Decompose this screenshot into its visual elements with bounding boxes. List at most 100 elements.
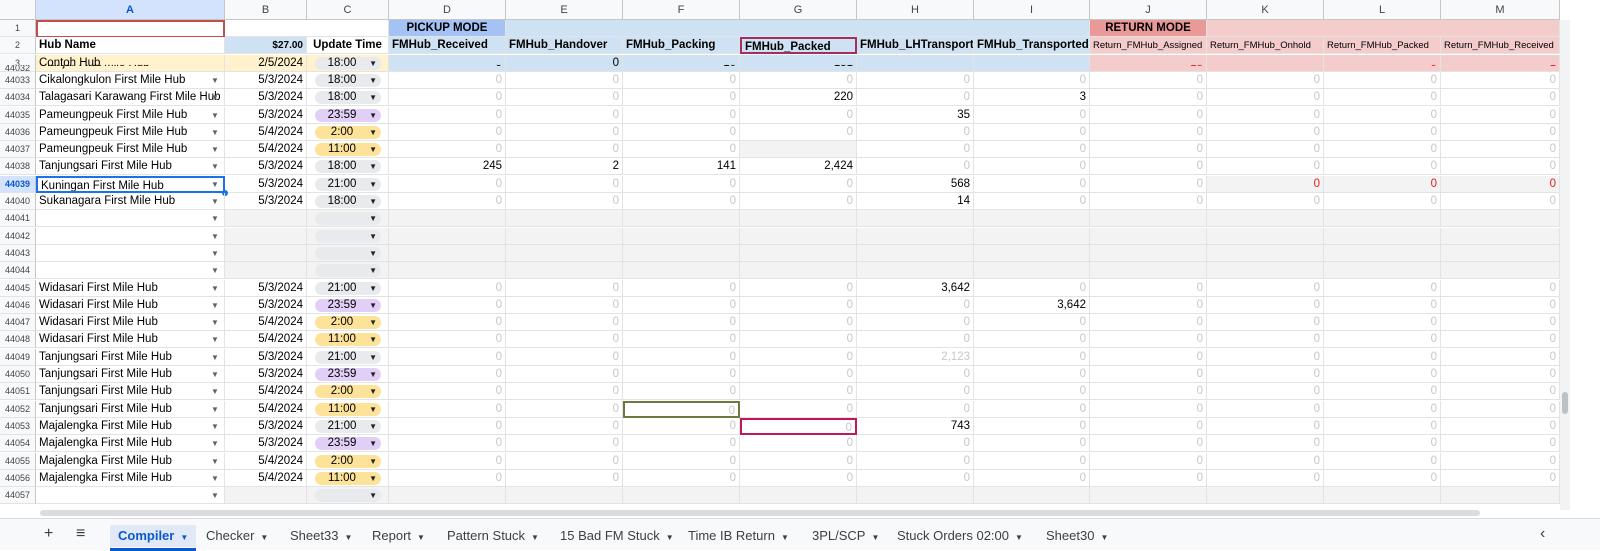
- row-header-44050[interactable]: 44050: [0, 366, 36, 383]
- add-sheet-button[interactable]: +: [44, 523, 53, 545]
- chevron-down-icon[interactable]: ▼: [871, 533, 879, 542]
- cell-h-44052[interactable]: 0: [857, 400, 974, 418]
- chevron-down-icon[interactable]: ▼: [211, 111, 219, 120]
- cell-date-44042[interactable]: [225, 227, 307, 245]
- cell-m-44056[interactable]: 0: [1441, 469, 1560, 487]
- cell-e-44040[interactable]: 0: [506, 193, 623, 210]
- chevron-down-icon[interactable]: ▼: [211, 335, 219, 344]
- cell-e-44049[interactable]: 0: [506, 348, 623, 366]
- chevron-down-icon[interactable]: ▼: [211, 370, 219, 379]
- header-l[interactable]: Return_FMHub_Packed: [1324, 37, 1441, 55]
- cell-m-44033[interactable]: 0: [1441, 71, 1560, 89]
- time-dropdown-example[interactable]: 18:00 ▼: [315, 56, 381, 70]
- cell-l-44036[interactable]: 0: [1324, 123, 1441, 141]
- cell-g-44057[interactable]: [740, 487, 857, 505]
- cell-h-44039[interactable]: 568: [857, 175, 974, 193]
- cell-m-44043[interactable]: [1441, 244, 1560, 262]
- cell-e-44037[interactable]: 0: [506, 141, 623, 159]
- column-header-a[interactable]: A: [36, 0, 225, 20]
- cell-k-44052[interactable]: 0: [1207, 400, 1324, 418]
- cell-h-44040[interactable]: 14: [857, 193, 974, 210]
- chevron-down-icon[interactable]: ▼: [211, 353, 219, 362]
- time-dropdown-44055[interactable]: 2:00 ▼: [315, 454, 381, 468]
- cell-e-44051[interactable]: 0: [506, 383, 623, 401]
- row-header-44034[interactable]: 44034: [0, 89, 36, 107]
- cell-k-44041[interactable]: [1207, 210, 1324, 228]
- cell-hub-44049[interactable]: Tanjungsari First Mile Hub: [36, 348, 225, 366]
- cell-i-44046[interactable]: 3,642: [974, 296, 1090, 314]
- cell-j-44043[interactable]: [1090, 244, 1207, 262]
- cell-i-44052[interactable]: 0: [974, 400, 1090, 418]
- chevron-down-icon[interactable]: ▼: [211, 457, 219, 466]
- cell-e-44043[interactable]: [506, 244, 623, 262]
- chevron-down-icon[interactable]: ▼: [211, 93, 219, 102]
- cell-date-44045[interactable]: 5/3/2024: [225, 279, 307, 297]
- cell-i-44051[interactable]: 0: [974, 383, 1090, 401]
- column-header-e[interactable]: E: [506, 0, 623, 20]
- cell-d-44041[interactable]: [389, 210, 506, 228]
- cell-i-44041[interactable]: [974, 210, 1090, 228]
- cell-hub-44033[interactable]: Cikalongkulon First Mile Hub: [36, 71, 225, 89]
- cell-f-44042[interactable]: [623, 227, 740, 245]
- cell-hub-44042[interactable]: [36, 227, 225, 245]
- row-header-44048[interactable]: 44048: [0, 331, 36, 349]
- cell-j-44033[interactable]: 0: [1090, 71, 1207, 89]
- cell-j-44040[interactable]: 0: [1090, 193, 1207, 210]
- example-cell-e[interactable]: 0: [506, 54, 623, 72]
- cell-h-44049[interactable]: 2,123: [857, 348, 974, 366]
- horizontal-scrollbar[interactable]: [40, 510, 1480, 516]
- chevron-down-icon[interactable]: ▼: [369, 299, 377, 312]
- cell-i-44044[interactable]: [974, 262, 1090, 280]
- time-dropdown-44040[interactable]: 18:00 ▼: [315, 195, 381, 208]
- cell-k-44043[interactable]: [1207, 244, 1324, 262]
- cell-date-44033[interactable]: 5/3/2024: [225, 71, 307, 89]
- cell-j-44034[interactable]: 0: [1090, 89, 1207, 107]
- chevron-down-icon[interactable]: ▼: [260, 533, 268, 542]
- row-header-44047[interactable]: 44047: [0, 314, 36, 332]
- row-header-44035[interactable]: 44035: [0, 106, 36, 124]
- cell-e-44036[interactable]: 0: [506, 123, 623, 141]
- cell-e-44034[interactable]: 0: [506, 89, 623, 107]
- sheet-tab-sheet30[interactable]: Sheet30 ▼: [1046, 525, 1108, 547]
- chevron-down-icon[interactable]: ▼: [211, 387, 219, 396]
- cell-l-44051[interactable]: 0: [1324, 383, 1441, 401]
- cell-g-44053[interactable]: 0: [740, 417, 857, 435]
- row-header-44038[interactable]: 44038: [0, 158, 36, 176]
- cell-d-44052[interactable]: 0: [389, 400, 506, 418]
- chevron-down-icon[interactable]: ▼: [211, 180, 219, 189]
- cell-hub-44036[interactable]: Pameungpeuk First Mile Hub: [36, 123, 225, 141]
- time-dropdown-44047[interactable]: 2:00 ▼: [315, 316, 381, 330]
- cell-hub-44055[interactable]: Majalengka First Mile Hub: [36, 452, 225, 470]
- cell-l-44046[interactable]: 0: [1324, 296, 1441, 314]
- cell-f-44053[interactable]: 0: [623, 417, 740, 435]
- cell-m-44047[interactable]: 0: [1441, 314, 1560, 332]
- cell-l-44042[interactable]: [1324, 227, 1441, 245]
- cell-g-44048[interactable]: 0: [740, 331, 857, 349]
- cell-h-44038[interactable]: 0: [857, 158, 974, 176]
- cell-m-44055[interactable]: 0: [1441, 452, 1560, 470]
- cell-i-44039[interactable]: 0: [974, 175, 1090, 193]
- cell-h-44051[interactable]: 0: [857, 383, 974, 401]
- cell-g-44040[interactable]: 0: [740, 193, 857, 210]
- cell-e-44033[interactable]: 0: [506, 71, 623, 89]
- cell-g-44035[interactable]: 0: [740, 106, 857, 124]
- cell-i-44056[interactable]: 0: [974, 469, 1090, 487]
- row-header-2[interactable]: 2: [0, 37, 36, 55]
- cell-d-44053[interactable]: 0: [389, 417, 506, 435]
- cell-h-44036[interactable]: 0: [857, 123, 974, 141]
- cell-date-44038[interactable]: 5/3/2024: [225, 158, 307, 176]
- cell-k-44053[interactable]: 0: [1207, 417, 1324, 435]
- cell-e-44047[interactable]: 0: [506, 314, 623, 332]
- cell-d-44050[interactable]: 0: [389, 366, 506, 383]
- cell-i-44047[interactable]: 0: [974, 314, 1090, 332]
- cell-k-44036[interactable]: 0: [1207, 123, 1324, 141]
- cell-j-44056[interactable]: 0: [1090, 469, 1207, 487]
- select-all-corner[interactable]: [0, 0, 36, 20]
- row-header-1[interactable]: 1: [0, 20, 36, 37]
- cell-l-44056[interactable]: 0: [1324, 469, 1441, 487]
- cell-f-44046[interactable]: 0: [623, 296, 740, 314]
- cell-m-44038[interactable]: 0: [1441, 158, 1560, 176]
- cell-g-44033[interactable]: 0: [740, 71, 857, 89]
- cell-hub-44034[interactable]: Talagasari Karawang First Mile Hub: [36, 89, 225, 107]
- cell-j-44055[interactable]: 0: [1090, 452, 1207, 470]
